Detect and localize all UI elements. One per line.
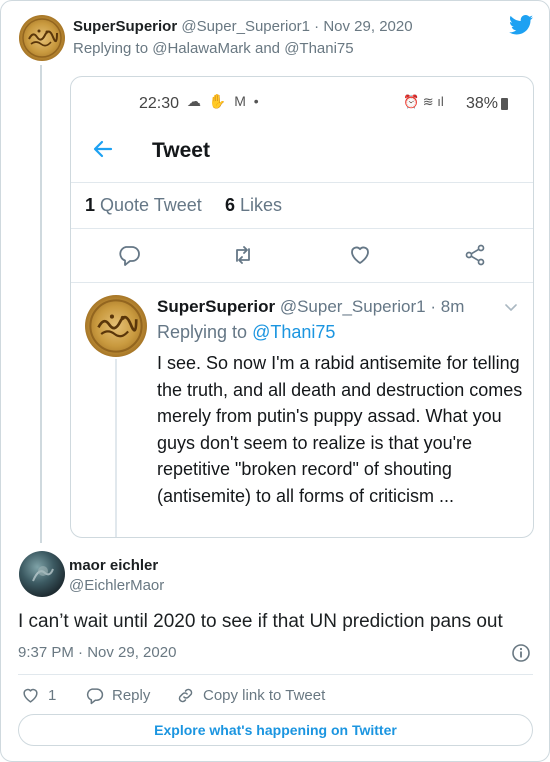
- chevron-down-icon[interactable]: [503, 299, 519, 315]
- mention-thani75[interactable]: @Thani75: [284, 40, 353, 57]
- inner-replying-to-line: Replying to @Thani75: [157, 322, 335, 343]
- mention-halawamark[interactable]: @HalawaMark: [152, 40, 251, 57]
- inner-mention-thani75[interactable]: @Thani75: [252, 322, 335, 342]
- inner-tweet-header: SuperSuperior @Super_Superior1 · 8m: [157, 297, 464, 317]
- replying-to-line: Replying to @HalawaMark and @Thani75: [73, 40, 354, 57]
- likes-label: Likes: [240, 195, 283, 215]
- phone-status-bar: 22:30 ☁ ✋ M • ⏰ ≋ ıl 38%: [71, 77, 533, 117]
- inner-author-name[interactable]: SuperSuperior: [157, 297, 275, 316]
- inner-tweet-body: I see. So now I'm a rabid antisemite for…: [157, 353, 523, 506]
- status-time: 22:30: [139, 95, 180, 112]
- author-handle[interactable]: @Super_Superior1: [181, 18, 310, 35]
- likes-stat[interactable]: 6 Likes: [225, 195, 282, 216]
- copy-link-button[interactable]: Copy link to Tweet: [176, 684, 325, 706]
- reply-label: Reply: [112, 686, 151, 704]
- thread-line: [40, 65, 42, 543]
- reply-icon: [86, 687, 104, 704]
- tweet-date[interactable]: Nov 29, 2020: [323, 18, 412, 35]
- twitter-bird-icon[interactable]: [509, 15, 533, 35]
- reply-button[interactable]: Reply: [85, 684, 150, 706]
- reply-timestamp[interactable]: 9:37 PM · Nov 29, 2020: [18, 644, 176, 661]
- inner-thread-line: [115, 359, 117, 537]
- separator: ·: [314, 18, 320, 35]
- tweet-page-header: Tweet: [71, 123, 533, 183]
- heart-icon[interactable]: [348, 243, 372, 267]
- attached-screenshot[interactable]: 22:30 ☁ ✋ M • ⏰ ≋ ıl 38% Tweet 1 Quote T…: [70, 76, 534, 538]
- explore-twitter-button[interactable]: Explore what's happening on Twitter: [18, 714, 533, 746]
- parent-tweet-header: SuperSuperior @Super_Superior1 · Nov 29,…: [73, 18, 413, 35]
- likes-count: 6: [225, 195, 236, 215]
- and-word: and: [254, 40, 281, 57]
- info-icon[interactable]: [511, 643, 531, 663]
- supersuperior-avatar[interactable]: [19, 15, 65, 61]
- share-icon[interactable]: [463, 243, 487, 267]
- inner-replying-prefix: Replying to: [157, 322, 248, 342]
- heart-icon: [23, 688, 38, 703]
- like-button[interactable]: 1: [21, 684, 56, 706]
- author-name[interactable]: SuperSuperior: [73, 18, 177, 35]
- battery-icon: [501, 98, 508, 110]
- tweet-stats: 1 Quote Tweet 6 Likes: [71, 183, 533, 229]
- quote-label: Quote Tweet: [100, 195, 202, 215]
- retweet-icon[interactable]: [231, 243, 255, 267]
- status-notification-icons: ☁ ✋ M •: [187, 93, 261, 109]
- status-battery: 38%: [466, 95, 499, 112]
- reply-icon[interactable]: [117, 243, 141, 267]
- inner-tweet-age: 8m: [440, 297, 465, 316]
- like-count: 1: [48, 686, 57, 704]
- page-title: Tweet: [152, 139, 210, 162]
- reply-author-name[interactable]: maor eichler: [69, 557, 158, 574]
- reply-author-handle[interactable]: @EichlerMaor: [69, 577, 164, 594]
- inner-tweet-avatar[interactable]: [85, 295, 147, 357]
- inner-author-handle[interactable]: @Super_Superior1: [280, 297, 426, 316]
- inner-separator: ·: [430, 297, 437, 316]
- link-icon: [178, 688, 193, 702]
- reply-tweet-text: I can’t wait until 2020 to see if that U…: [18, 611, 503, 632]
- quote-tweets-stat[interactable]: 1 Quote Tweet: [85, 195, 202, 216]
- status-system-icons: ⏰ ≋ ıl: [403, 94, 444, 109]
- maor-eichler-avatar[interactable]: [19, 551, 65, 597]
- back-arrow-icon[interactable]: [91, 137, 115, 161]
- replying-prefix: Replying to: [73, 40, 149, 57]
- divider: [18, 674, 533, 675]
- tweet-actions: [71, 229, 533, 283]
- quote-count: 1: [85, 195, 96, 215]
- copy-link-label: Copy link to Tweet: [203, 686, 326, 704]
- tweet-embed-card: SuperSuperior @Super_Superior1 · Nov 29,…: [0, 0, 550, 762]
